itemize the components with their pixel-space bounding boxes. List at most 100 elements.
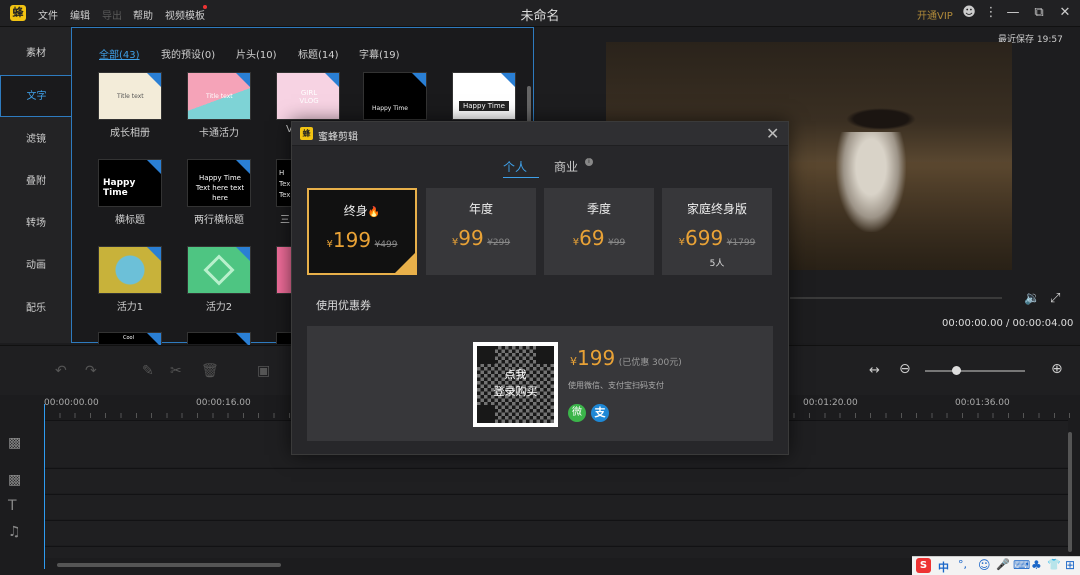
more-menu-icon[interactable]: ⋮ [983,5,999,21]
filter-opening[interactable]: 片头(10) [236,46,277,61]
template-thumb[interactable] [187,332,251,347]
filter-subtitle[interactable]: 字幕(19) [359,46,400,61]
zoom-in-icon[interactable]: ⊕ [1051,361,1063,377]
payment-qr-code[interactable]: 点我 登录购买 [473,342,558,427]
edit-icon[interactable]: ✎ [142,363,154,379]
close-icon[interactable]: ✕ [1057,5,1073,21]
dog-figure [836,132,906,232]
open-vip-link[interactable]: 开通VIP [917,7,953,22]
panel-scrollbar[interactable] [527,86,531,126]
template-thumb[interactable]: Title text [187,72,251,120]
filter-title[interactable]: 标题(14) [298,46,339,61]
plan-lifetime[interactable]: 终身🔥 ¥199 ¥499 [307,188,417,275]
plan-annual[interactable]: 年度 ¥99 ¥299 [426,188,536,275]
plan-quarterly[interactable]: 季度 ¥69 ¥99 [544,188,654,275]
emoji-icon[interactable]: ☺ [978,558,991,572]
hot-flame-icon: 🔥 [367,207,381,218]
ime-chinese-toggle[interactable]: 中 [938,559,949,575]
cut-icon[interactable]: ✂ [170,363,182,379]
use-coupon-link[interactable]: 使用优惠券 [316,297,371,313]
menu-edit[interactable]: 编辑 [70,7,90,22]
selected-check-icon [395,253,415,273]
minimize-icon[interactable]: — [1005,5,1021,21]
menu-video-template[interactable]: 视频模板 [165,7,205,22]
text-track[interactable] [44,494,1068,519]
title-bar: 蜂 文件 编辑 导出 帮助 视频模板 未命名 开通VIP ☻ ⋮ — ⧉ ✕ [0,0,1080,27]
zoom-slider-handle[interactable] [952,366,961,375]
fullscreen-icon[interactable]: ⤢ [1050,291,1060,306]
plan-name: 家庭终身版 [686,202,747,216]
download-icon[interactable] [147,160,161,174]
sidebar-item-material[interactable]: 素材 [0,33,72,75]
alipay-icon[interactable]: 支 [591,404,609,422]
template-thumb[interactable]: Cool [98,332,162,347]
ruler-time: 00:00:16.00 [196,398,251,408]
timeline-scrollbar-h[interactable] [57,563,281,567]
qr-login-overlay[interactable]: 点我 登录购买 [477,346,554,423]
sidebar-item-text[interactable]: 文字 [0,75,72,117]
dialog-close-icon[interactable]: ✕ [766,124,779,143]
thumb-text: Title text [206,93,233,100]
download-icon[interactable] [147,73,161,87]
ruler-time: 00:00:00.00 [44,398,99,408]
template-thumb[interactable]: GIRL VLOG [276,72,340,120]
template-thumb[interactable]: Title text [98,72,162,120]
music-track[interactable] [44,520,1068,545]
download-icon[interactable] [236,247,250,261]
tab-personal[interactable]: 个人 [503,158,527,175]
download-icon[interactable] [147,247,161,261]
sidebar-item-filter[interactable]: 滤镜 [0,119,72,161]
delete-icon[interactable]: 🗑 [201,363,219,379]
user-icon[interactable]: ☻ [961,5,977,21]
shirt-icon[interactable]: 👕 [1047,558,1061,571]
wechat-pay-icon[interactable]: 微 [568,404,586,422]
skin-icon[interactable]: ♣ [1031,558,1042,572]
sidebar-item-overlay[interactable]: 叠附 [0,161,72,203]
sidebar-item-transition[interactable]: 转场 [0,203,72,245]
download-icon[interactable] [236,73,250,87]
tab-business[interactable]: 商业 [554,158,578,175]
info-icon[interactable]: i [585,158,593,166]
menu-help[interactable]: 帮助 [133,7,153,22]
download-icon[interactable] [236,160,250,174]
thumb-label: 卡通活力 [199,128,239,139]
undo-icon[interactable]: ↶ [55,363,67,379]
playhead[interactable] [44,404,45,569]
dialog-title: 蜜蜂剪辑 [318,132,358,143]
timeline-scrollbar-v[interactable] [1068,432,1072,552]
dialog-logo-icon: 蜂 [300,127,313,140]
template-thumb[interactable] [187,246,251,294]
restore-icon[interactable]: ⧉ [1031,5,1047,21]
crop-icon[interactable]: ▣ [257,363,270,379]
zoom-slider[interactable] [925,370,1025,372]
zoom-out-icon[interactable]: ⊖ [899,361,911,377]
template-thumb[interactable] [98,246,162,294]
keyboard-icon[interactable]: ⌨ [1013,558,1030,572]
menu-export[interactable]: 导出 [102,7,122,22]
sidebar-item-animation[interactable]: 动画 [0,245,72,287]
overlay-track[interactable] [44,468,1068,493]
sidebar-item-music[interactable]: 配乐 [0,288,72,330]
ime-punctuation-toggle[interactable]: °, [958,558,967,571]
filter-my-presets[interactable]: 我的预设(0) [161,46,215,61]
filter-all[interactable]: 全部(43) [99,46,140,61]
redo-icon[interactable]: ↷ [85,363,97,379]
voice-icon[interactable]: 🎤 [996,558,1010,571]
template-thumb[interactable]: Happy Time [452,72,516,120]
download-icon[interactable] [501,73,515,87]
thumb-text: Happy Time [103,178,136,198]
download-icon[interactable] [412,73,426,87]
sogou-logo-icon[interactable]: S [916,558,931,573]
plan-family-lifetime[interactable]: 家庭终身版 ¥699 ¥1799 5人 [662,188,772,275]
purchase-dialog: 蜂 蜜蜂剪辑 ✕ 个人 商业 i 终身🔥 ¥199 ¥499 年度 ¥99 ¥2… [291,121,789,455]
thumb-text: Happy Time Text here text here [195,174,245,202]
template-thumb[interactable]: Happy Time [98,159,162,207]
toolbox-icon[interactable]: ⊞ [1065,558,1075,572]
download-icon[interactable] [325,73,339,87]
template-thumb[interactable]: Happy Time [363,72,427,120]
fit-width-icon[interactable]: ↔ [869,363,880,378]
template-thumb[interactable]: Happy Time Text here text here [187,159,251,207]
menu-file[interactable]: 文件 [38,7,58,22]
volume-icon[interactable]: 🔉 [1024,291,1040,306]
playback-progress[interactable] [790,297,1002,299]
